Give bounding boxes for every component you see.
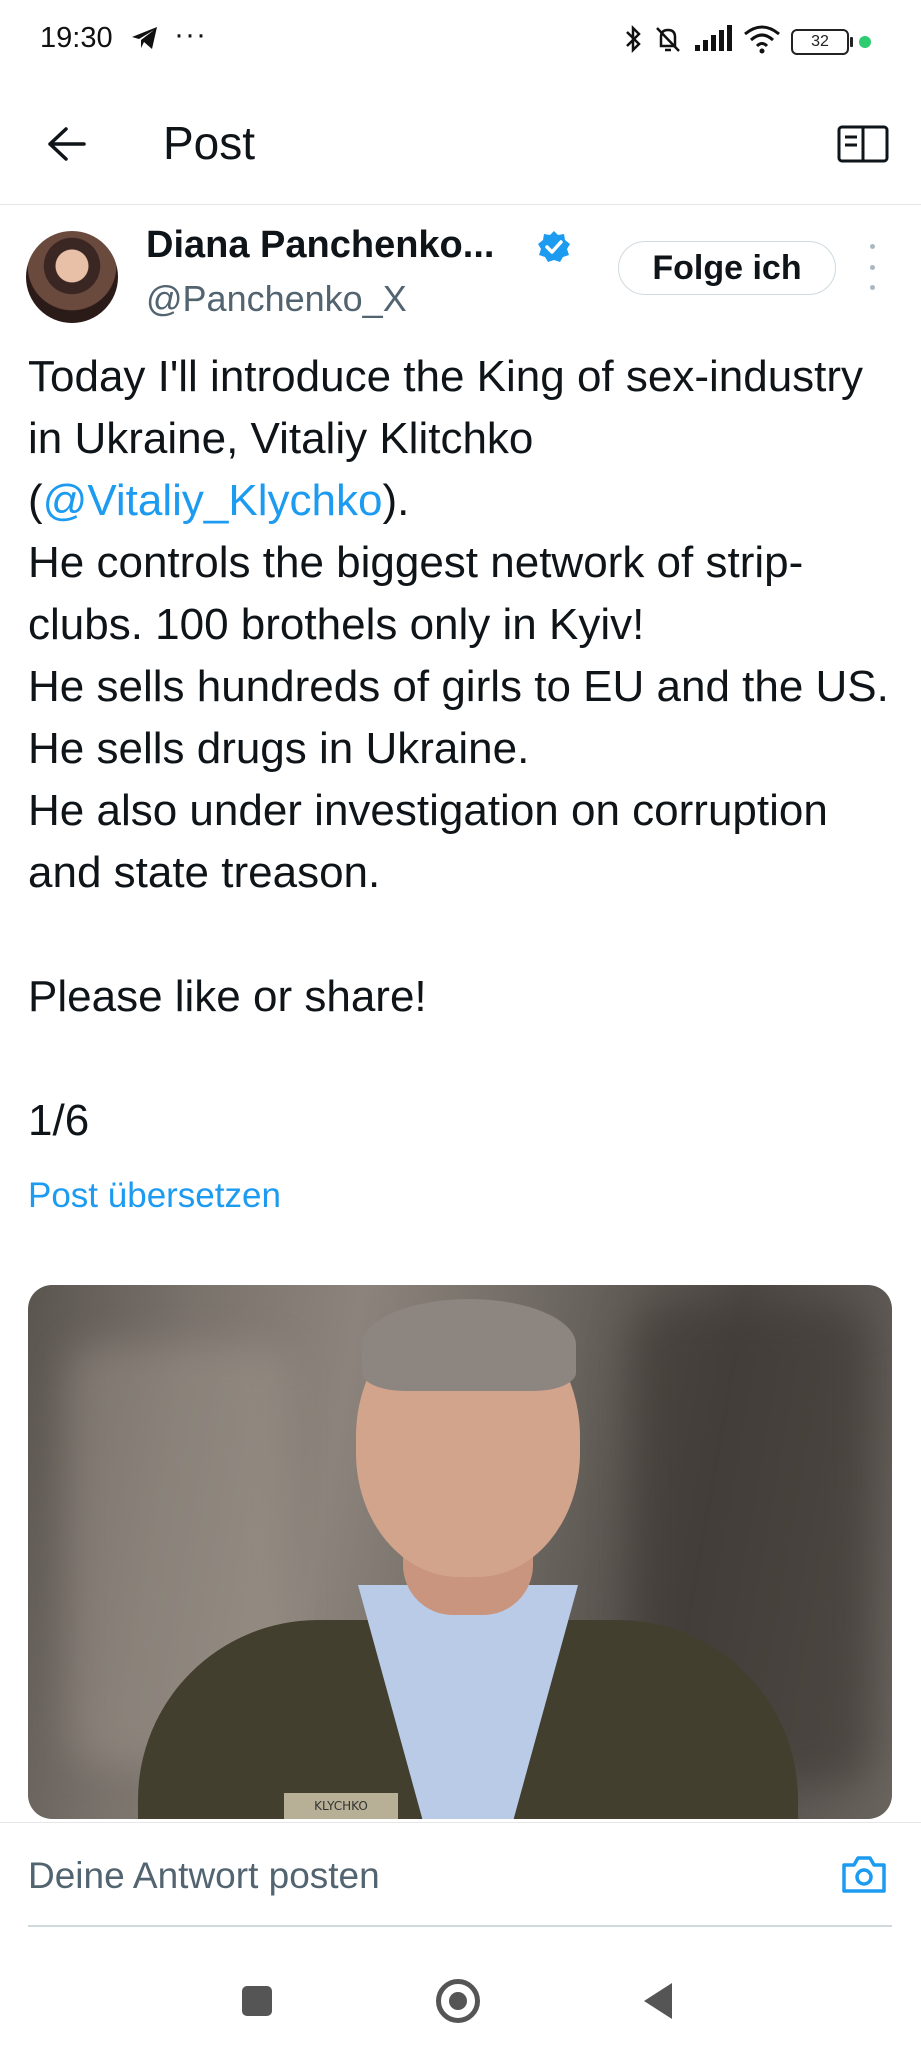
back-button[interactable] (36, 114, 96, 174)
post-paragraph: He sells hundreds of girls to EU and the… (28, 662, 889, 773)
post-paragraph: He also under investigation on corruptio… (28, 786, 828, 897)
header: Post (0, 86, 921, 205)
back-nav-button[interactable] (644, 1983, 672, 2019)
mute-icon (653, 24, 683, 59)
name-patch: KLYCHKO (284, 1793, 398, 1819)
home-button[interactable] (436, 1979, 480, 2023)
battery-icon: 32 (791, 28, 853, 55)
signal-icon (693, 25, 733, 58)
telegram-icon (130, 24, 160, 57)
reply-bar (0, 1822, 921, 1929)
post-paragraph: He controls the biggest network of strip… (28, 538, 804, 649)
status-bar: 19:30 ··· 32 (0, 0, 921, 86)
wifi-icon (743, 24, 781, 59)
more-dot-icon (869, 285, 875, 290)
reply-input[interactable] (28, 1851, 808, 1901)
camera-icon[interactable] (840, 1853, 888, 1899)
verified-badge-icon (536, 229, 572, 270)
status-overflow: ··· (174, 18, 207, 51)
thread-counter: 1/6 (28, 1096, 90, 1145)
recents-button[interactable] (242, 1986, 272, 2016)
status-time: 19:30 (40, 22, 113, 54)
translate-post-link[interactable]: Post übersetzen (28, 1176, 281, 1216)
avatar[interactable] (26, 231, 118, 323)
reader-mode-button[interactable] (833, 116, 893, 172)
post-paragraph: Today I'll introduce the King of sex-ind… (28, 352, 864, 525)
author-display-name[interactable]: Diana Panchenko... (146, 224, 494, 267)
navigation-bar (0, 1930, 921, 2048)
more-options-button[interactable] (862, 244, 882, 290)
arrow-left-icon (48, 127, 86, 161)
post-text: Today I'll introduce the King of sex-ind… (28, 346, 898, 1152)
privacy-indicator-dot (859, 35, 871, 48)
post-image[interactable]: KLYCHKO (28, 1285, 892, 1819)
post-paragraph: Please like or share! (28, 972, 427, 1021)
bluetooth-icon (623, 24, 643, 59)
author-handle[interactable]: @Panchenko_X (146, 278, 407, 320)
page-title: Post (163, 117, 256, 169)
reply-underline (28, 1925, 892, 1927)
more-dot-icon (869, 244, 875, 249)
status-icons: 32 (623, 24, 871, 59)
following-button[interactable]: Folge ich (618, 241, 836, 295)
book-open-icon (837, 125, 889, 163)
mention-link[interactable]: @Vitaliy_Klychko (43, 476, 383, 525)
more-dot-icon (869, 264, 875, 270)
home-dot-icon (449, 1992, 467, 2010)
